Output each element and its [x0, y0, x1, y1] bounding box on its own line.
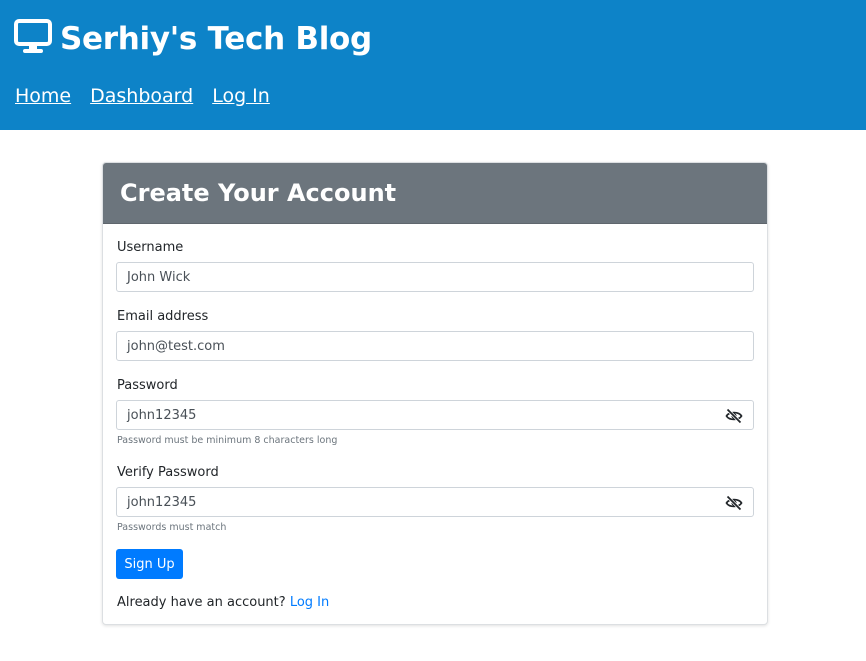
brand[interactable]: Serhiy's Tech Blog: [14, 18, 372, 60]
nav-link-dashboard[interactable]: Dashboard: [90, 85, 193, 107]
verify-password-value: john12345: [127, 494, 197, 510]
monitor-icon: [14, 18, 60, 60]
verify-password-help-text: Passwords must match: [117, 522, 227, 533]
nav-link-login[interactable]: Log In: [212, 85, 270, 107]
card-title: Create Your Account: [120, 179, 397, 207]
email-label: Email address: [117, 309, 209, 324]
password-value: john12345: [127, 407, 197, 423]
site-header: Serhiy's Tech Blog Home Dashboard Log In: [0, 0, 866, 130]
email-value: john@test.com: [127, 338, 225, 354]
username-label: Username: [117, 240, 184, 255]
login-link[interactable]: Log In: [290, 595, 329, 610]
verify-password-input[interactable]: john12345: [116, 487, 754, 517]
login-prompt-text: Already have an account?: [117, 595, 286, 610]
email-input[interactable]: john@test.com: [116, 331, 754, 361]
verify-password-label: Verify Password: [117, 465, 219, 480]
main-nav: Home Dashboard Log In: [15, 85, 289, 107]
sign-up-button[interactable]: Sign Up: [116, 549, 183, 579]
password-input[interactable]: john12345: [116, 400, 754, 430]
site-title: Serhiy's Tech Blog: [60, 21, 372, 57]
eye-slash-icon[interactable]: [725, 495, 743, 511]
username-value: John Wick: [127, 269, 191, 285]
username-input[interactable]: John Wick: [116, 262, 754, 292]
password-label: Password: [117, 378, 178, 393]
card-header: Create Your Account: [103, 163, 767, 224]
signup-card: Create Your Account Username John Wick E…: [102, 162, 768, 625]
nav-link-home[interactable]: Home: [15, 85, 71, 107]
password-help-text: Password must be minimum 8 characters lo…: [117, 435, 338, 446]
login-prompt: Already have an account? Log In: [117, 595, 329, 610]
eye-slash-icon[interactable]: [725, 408, 743, 424]
